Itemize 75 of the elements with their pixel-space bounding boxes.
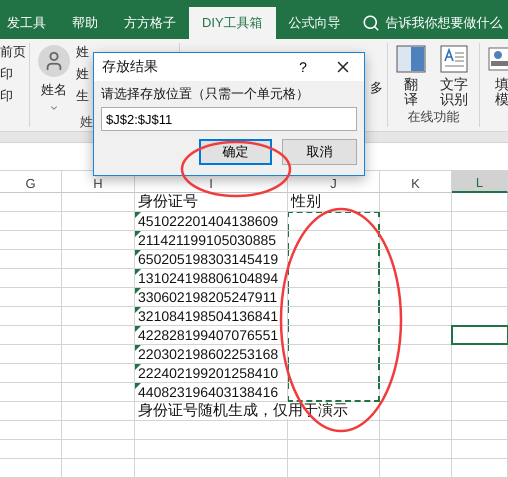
- search-icon: [362, 14, 380, 32]
- ribbon-command[interactable]: 前页: [0, 42, 26, 61]
- table-cell: [452, 250, 508, 269]
- cell-text: 650205198303145419: [138, 250, 278, 267]
- table-cell: [452, 268, 508, 288]
- table-cell: [0, 364, 62, 383]
- table-cell: [452, 382, 508, 402]
- ok-button[interactable]: 确定: [199, 139, 272, 165]
- table-cell: [0, 402, 62, 421]
- ribbon-command[interactable]: 多: [370, 78, 383, 107]
- table-cell: [452, 344, 508, 364]
- cancel-button[interactable]: 取消: [282, 139, 357, 165]
- ribbon-command[interactable]: 生: [76, 86, 89, 105]
- column-header[interactable]: L: [452, 170, 508, 193]
- table-cell: [0, 250, 62, 269]
- table-cell: [380, 440, 452, 459]
- table-cell: [452, 230, 508, 250]
- cell-text: 220302198602253168: [138, 346, 278, 362]
- cell-text: 330602198205247911: [138, 288, 278, 305]
- table-cell: [452, 288, 508, 307]
- table-cell: [0, 230, 62, 250]
- table-cell: [0, 344, 62, 364]
- table-cell: [0, 420, 62, 440]
- cell-text: 性别: [291, 192, 321, 210]
- table-cell: [452, 212, 508, 231]
- table-cell: [380, 458, 452, 478]
- ribbon-tab[interactable]: 帮助: [59, 6, 111, 39]
- table-cell: [452, 402, 508, 421]
- column-header[interactable]: G: [0, 170, 62, 193]
- cell-text: 131024198806104894: [138, 270, 278, 286]
- ribbon-command[interactable]: 姓: [76, 64, 89, 83]
- table-cell: [452, 420, 508, 440]
- name-button[interactable]: 姓名: [34, 42, 70, 113]
- ribbon-tab[interactable]: 公式向导: [276, 6, 354, 39]
- cell-text: 440823196403138416: [138, 384, 278, 400]
- search-field[interactable]: 告诉我你想要做什么: [386, 14, 503, 32]
- table-cell: [380, 402, 452, 421]
- table-cell: [0, 382, 62, 402]
- cell-text: 222402199201258410: [138, 364, 278, 381]
- group-label: 姓: [80, 114, 93, 129]
- cell-text: 321084198504136841: [138, 308, 278, 324]
- translate-button[interactable]: 翻译: [396, 42, 426, 108]
- translate-icon: [396, 44, 426, 73]
- ribbon-tab[interactable]: DIY工具箱: [189, 6, 276, 39]
- table-cell: [0, 440, 62, 459]
- ribbon-command[interactable]: 姓: [76, 42, 89, 61]
- table-cell: [0, 268, 62, 288]
- cell-text: 422828199407076551: [138, 326, 278, 343]
- table-cell: [380, 420, 452, 440]
- cell-text: 身份证号: [138, 192, 198, 210]
- table-cell: [452, 192, 508, 212]
- prompt-label: 请选择存放位置（只需一个单元格）: [101, 85, 310, 103]
- table-cell: [0, 192, 62, 212]
- column-header[interactable]: K: [380, 170, 452, 193]
- group-label: 在线功能: [408, 108, 460, 124]
- table-cell: [452, 364, 508, 383]
- cell-text: 451022201404138609: [138, 212, 278, 229]
- document-icon: [440, 44, 468, 73]
- table-cell: [452, 458, 508, 478]
- table-cell: [0, 458, 62, 478]
- help-button[interactable]: ?: [288, 59, 318, 75]
- dialog-title: 存放结果: [102, 58, 159, 76]
- table-cell: [0, 212, 62, 231]
- table-cell: [0, 326, 62, 345]
- table-cell: [0, 306, 62, 326]
- table-cell: [380, 382, 452, 402]
- ribbon-command[interactable]: 印: [0, 64, 26, 83]
- text-recognition-button[interactable]: 文字识别: [440, 42, 468, 108]
- cell-text: 211421199105030885: [138, 232, 276, 248]
- table-cell: [452, 440, 508, 459]
- ribbon-tab[interactable]: 方方格子: [111, 6, 189, 39]
- ribbon-tab[interactable]: 发工具: [0, 6, 59, 39]
- range-field[interactable]: $J$2:$J$11: [101, 107, 357, 131]
- ribbon-command[interactable]: 印: [0, 86, 26, 105]
- table-cell: [0, 288, 62, 307]
